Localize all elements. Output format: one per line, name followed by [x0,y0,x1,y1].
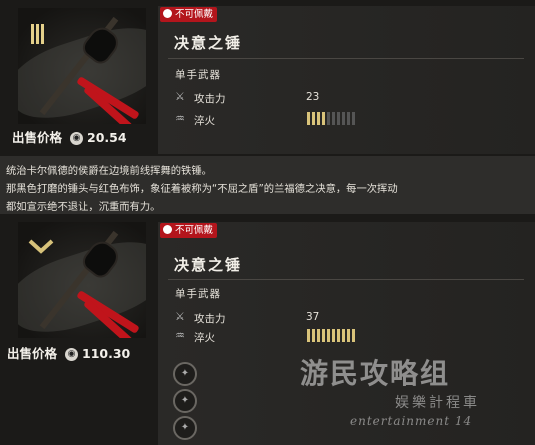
socket-slot-icon[interactable]: ✦ [173,362,197,386]
temper-segment [332,329,335,342]
attack-value: 37 [306,311,320,323]
sword-icon: ⚔ [175,90,185,103]
temper-segment [332,112,335,125]
temper-segment [317,112,320,125]
temper-icon: ♒ [175,112,185,125]
temper-segment [337,112,340,125]
temper-segment [342,329,345,342]
temper-segment [347,112,350,125]
temper-segment [342,112,345,125]
attack-label: 攻击力 [194,93,226,105]
temper-segment [312,329,315,342]
temper-segment [317,329,320,342]
sale-price-row: 出售价格 ◉ 110.30 [7,343,130,362]
divider [168,58,524,59]
socket-slot-icon[interactable]: ✦ [173,416,197,440]
description-line: 统治卡尔佩德的侯爵在边境前线挥舞的铁锤。 [6,165,212,177]
socket-slot-icon[interactable]: ✦ [173,389,197,413]
temper-segment [322,112,325,125]
temper-segment [322,329,325,342]
watermark-logo-text: 游民攻略组 [300,357,451,390]
temper-label: 淬火 [194,332,215,344]
description-line: 都如宣示绝不退让，沉重而有力。 [6,201,161,213]
temper-segment [352,112,355,125]
not-equippable-badge: 不可佩戴 [160,7,218,22]
sale-label: 出售价格 [7,346,58,361]
coin-icon: ◉ [65,348,79,361]
temper-bar [307,329,355,342]
temper-segment [352,329,355,342]
temper-segment [327,112,330,125]
temper-segment [312,112,315,125]
temper-segment [337,329,340,342]
temper-bar [307,112,355,125]
temper-segment [347,329,350,342]
watermark-subtext: entertainment 14 [350,414,473,428]
temper-icon: ♒ [175,329,185,342]
sale-price: 20.54 [87,130,127,145]
divider [168,279,524,280]
sale-price: 110.30 [82,346,131,361]
attack-value: 23 [306,91,320,103]
item-title: 决意之锤 [174,34,243,52]
warning-icon [163,225,172,234]
temper-label: 淬火 [194,115,215,127]
sale-label: 出售价格 [12,130,63,145]
sale-price-row: 出售价格 ◉ 20.54 [12,127,127,146]
watermark-subtext: 娱樂計程車 [395,395,480,411]
temper-segment [327,329,330,342]
weapon-type: 单手武器 [175,69,221,81]
sword-icon: ⚔ [175,310,185,323]
attack-label: 攻击力 [194,313,226,325]
item-description: 统治卡尔佩德的侯爵在边境前线挥舞的铁锤。 那黑色打磨的锤头与红色布饰，象征着被称… [0,156,535,214]
item-title: 决意之锤 [174,256,243,274]
warning-icon [163,9,172,18]
weapon-type: 单手武器 [175,288,221,300]
chevron-rank-icon [28,239,54,254]
tier-marks-icon [31,24,44,44]
temper-segment [307,112,310,125]
not-equippable-badge: 不可佩戴 [160,223,218,238]
description-line: 那黑色打磨的锤头与红色布饰，象征着被称为“不屈之盾”的兰福德之决意，每一次挥动 [6,183,398,195]
temper-segment [307,329,310,342]
coin-icon: ◉ [70,132,84,145]
